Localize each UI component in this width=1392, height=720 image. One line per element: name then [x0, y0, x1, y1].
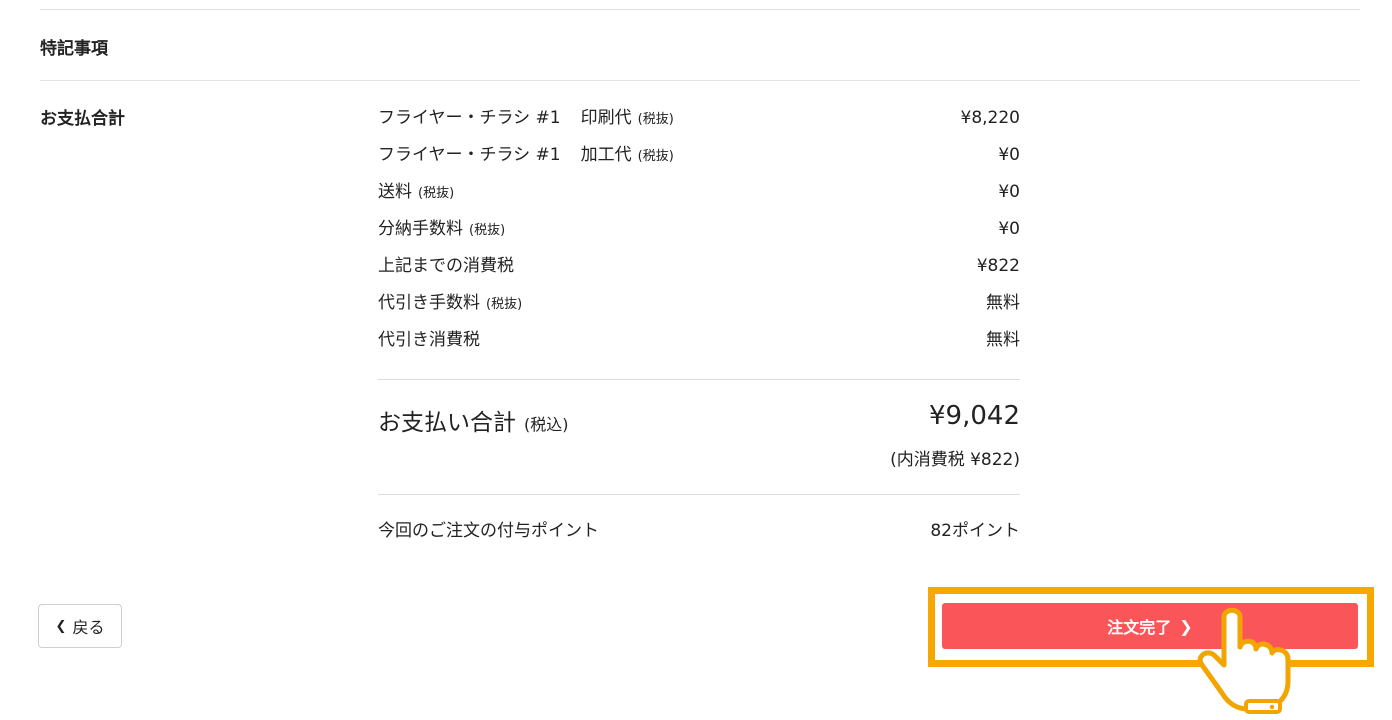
- charge-item-name: 代引き手数料: [378, 293, 480, 313]
- charge-row: 送料 (税抜) ¥0: [378, 174, 1020, 211]
- charge-tax-note: (税抜): [637, 149, 674, 164]
- back-button[interactable]: ❮ 戻る: [38, 604, 122, 648]
- charge-row: フライヤー・チラシ #1 印刷代 (税抜) ¥8,220: [378, 100, 1020, 137]
- top-divider: [40, 9, 1360, 10]
- included-tax-note: (内消費税 ¥822): [890, 450, 1020, 470]
- charge-item-name: 送料: [378, 182, 412, 202]
- charge-row: 代引き消費税 無料: [378, 322, 1020, 359]
- charge-item-name: フライヤー・チラシ #1: [378, 108, 561, 128]
- charge-value: 無料: [986, 293, 1020, 313]
- grand-total-text: お支払い合計: [378, 410, 516, 436]
- complete-order-label: 注文完了: [1107, 618, 1172, 637]
- hand-pointer-icon: [1197, 607, 1291, 714]
- order-confirmation-page: 特記事項 お支払合計 フライヤー・チラシ #1 印刷代 (税抜) ¥8,220 フラ…: [0, 0, 1392, 720]
- charge-item-name: フライヤー・チラシ #1: [378, 145, 561, 165]
- charge-tax-note: (税抜): [418, 186, 455, 201]
- charge-item-sub: 印刷代: [580, 108, 632, 128]
- charge-tax-note: (税抜): [637, 112, 674, 127]
- charge-value: ¥0: [998, 182, 1020, 202]
- back-button-label: 戻る: [72, 618, 105, 637]
- charge-value: ¥822: [976, 256, 1020, 276]
- charge-tax-note: (税抜): [486, 297, 523, 312]
- charge-row: 分納手数料 (税抜) ¥0: [378, 211, 1020, 248]
- charge-value: 無料: [986, 330, 1020, 350]
- charge-item-name: 上記までの消費税: [378, 256, 514, 276]
- grand-total-tax-note: (税込): [524, 415, 569, 434]
- grand-total-label: お支払い合計 (税込): [378, 403, 569, 437]
- charge-item-name: 代引き消費税: [378, 330, 480, 350]
- points-value: 82ポイント: [930, 521, 1020, 541]
- charge-value: ¥0: [998, 145, 1020, 165]
- chevron-left-icon: ❮: [55, 618, 67, 634]
- total-divider: [378, 494, 1020, 495]
- charge-row: フライヤー・チラシ #1 加工代 (税抜) ¥0: [378, 137, 1020, 174]
- charge-value: ¥0: [998, 219, 1020, 239]
- charge-row: 上記までの消費税 ¥822: [378, 248, 1020, 285]
- charge-value: ¥8,220: [960, 108, 1020, 128]
- charge-row: 代引き手数料 (税抜) 無料: [378, 285, 1020, 322]
- charge-item-sub: 加工代: [580, 145, 632, 165]
- grand-total-value: ¥9,042: [929, 401, 1020, 431]
- charge-tax-note: (税抜): [469, 223, 506, 238]
- points-label: 今回のご注文の付与ポイント: [378, 521, 599, 541]
- notes-divider: [40, 80, 1360, 81]
- payment-total-label: お支払合計: [40, 109, 125, 129]
- charge-item-name: 分納手数料: [378, 219, 463, 239]
- notes-label: 特記事項: [40, 39, 108, 59]
- charge-list: フライヤー・チラシ #1 印刷代 (税抜) ¥8,220 フライヤー・チラシ #1 加…: [378, 100, 1020, 359]
- charges-divider: [378, 379, 1020, 380]
